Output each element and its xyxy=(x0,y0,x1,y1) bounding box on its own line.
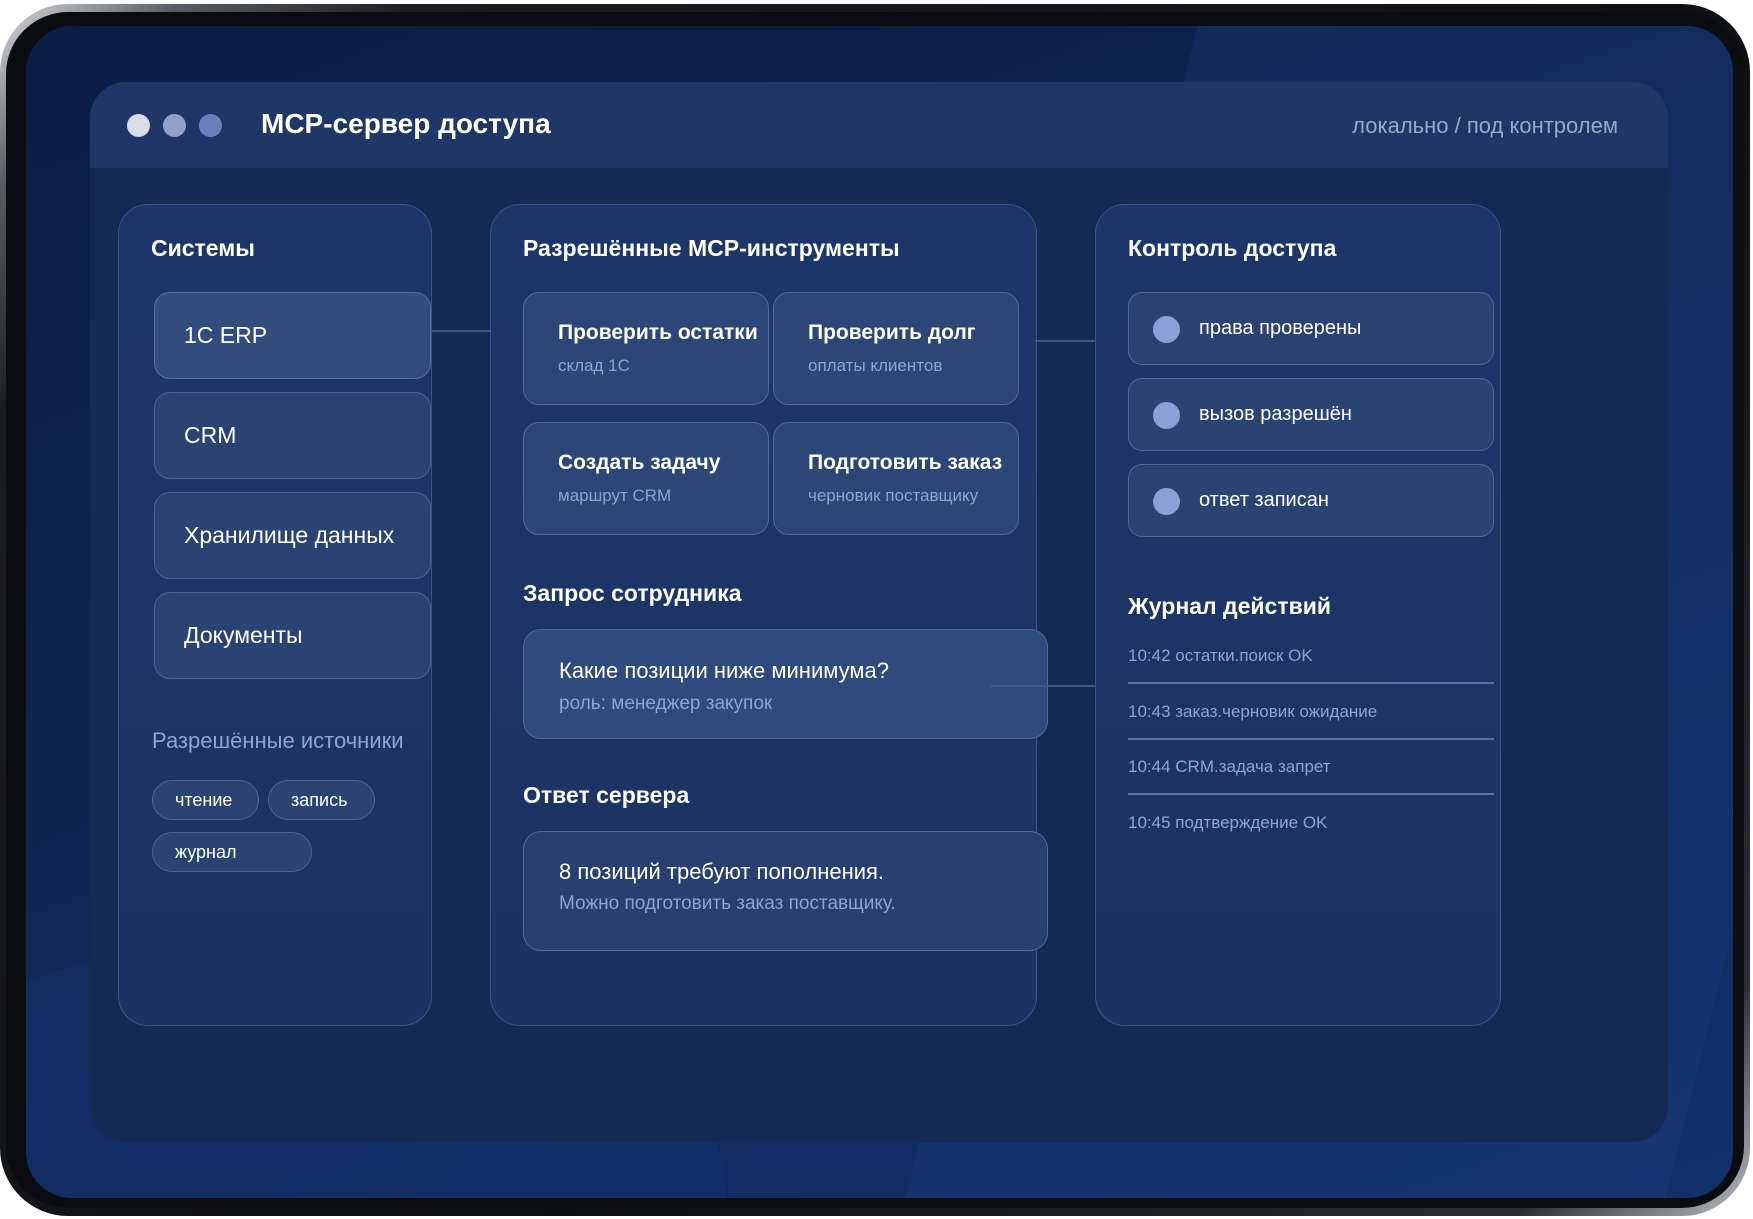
log-title: Журнал действий xyxy=(1128,593,1332,619)
status-dot-icon xyxy=(1153,316,1180,343)
system-item-1c-erp[interactable]: 1C ERP xyxy=(154,292,431,379)
tool-name: Создать задачу xyxy=(558,451,721,474)
check-rights-verified: права проверены xyxy=(1128,292,1494,365)
tool-name: Проверить остатки xyxy=(558,321,758,344)
tool-name: Проверить долг xyxy=(808,321,976,344)
check-label: права проверены xyxy=(1199,317,1362,339)
log-divider xyxy=(1128,682,1494,684)
connection-status: локально / под контролем xyxy=(1352,113,1618,138)
connector-line xyxy=(431,330,491,332)
tool-subtitle: оплаты клиентов xyxy=(808,356,943,375)
system-item-crm[interactable]: CRM xyxy=(154,392,431,479)
log-entry: 10:44 CRM.задача запрет xyxy=(1128,757,1331,776)
systems-panel: Системы 1C ERP CRM Хранилище данных Доку… xyxy=(118,204,432,1026)
log-divider xyxy=(1128,738,1494,740)
tool-subtitle: склад 1С xyxy=(558,356,630,375)
status-dot-icon xyxy=(1153,402,1180,429)
log-entry: 10:45 подтверждение OK xyxy=(1128,813,1328,832)
check-label: вызов разрешён xyxy=(1199,403,1352,425)
connector-line xyxy=(1035,340,1095,342)
tool-subtitle: черновик поставщику xyxy=(808,486,979,505)
tablet-device: MCP-сервер доступа локально / под контро… xyxy=(0,4,1750,1216)
tools-panel: Разрешённые MCP-инструменты Проверить ос… xyxy=(490,204,1048,1026)
response-card: 8 позиций требуют пополнения. Можно подг… xyxy=(523,831,1048,951)
tablet-screen: MCP-сервер доступа локально / под контро… xyxy=(26,26,1733,1198)
connector-line xyxy=(990,685,1095,687)
tool-subtitle: маршрут CRM xyxy=(558,486,672,505)
title-bar: MCP-сервер доступа локально / под контро… xyxy=(90,82,1668,168)
log-divider xyxy=(1128,793,1494,795)
log-entry: 10:42 остатки.поиск OK xyxy=(1128,646,1313,665)
window-minimize-dot[interactable] xyxy=(163,114,186,137)
access-title: Контроль доступа xyxy=(1128,235,1337,261)
chip-log[interactable]: журнал xyxy=(152,832,312,872)
response-text: 8 позиций требуют пополнения. xyxy=(559,859,885,884)
response-title: Ответ сервера xyxy=(523,782,690,808)
window-close-dot[interactable] xyxy=(127,114,150,137)
request-card: Какие позиции ниже минимума? роль: менед… xyxy=(523,629,1048,739)
chip-read[interactable]: чтение xyxy=(152,780,259,820)
system-item-documents[interactable]: Документы xyxy=(154,592,431,679)
access-panel: Контроль доступа права проверены вызов р… xyxy=(1095,204,1501,1026)
request-role: роль: менеджер закупок xyxy=(559,693,773,714)
request-title: Запрос сотрудника xyxy=(523,580,742,606)
systems-title: Системы xyxy=(151,235,255,261)
check-label: ответ записан xyxy=(1199,489,1329,511)
tool-check-stock[interactable]: Проверить остатки склад 1С xyxy=(523,292,769,405)
log-entry: 10:43 заказ.черновик ожидание xyxy=(1128,702,1378,721)
system-item-data-warehouse[interactable]: Хранилище данных xyxy=(154,492,431,579)
tools-title: Разрешённые MCP-инструменты xyxy=(523,235,900,261)
window-maximize-dot[interactable] xyxy=(199,114,222,137)
sources-label: Разрешённые источники xyxy=(152,728,404,753)
chip-write[interactable]: запись xyxy=(268,780,375,820)
response-hint: Можно подготовить заказ поставщику. xyxy=(559,893,896,914)
status-dot-icon xyxy=(1153,488,1180,515)
tool-check-debt[interactable]: Проверить долг оплаты клиентов xyxy=(773,292,1019,405)
app-window: MCP-сервер доступа локально / под контро… xyxy=(90,82,1668,1142)
check-response-logged: ответ записан xyxy=(1128,464,1494,537)
app-title: MCP-сервер доступа xyxy=(261,108,551,139)
tool-create-task[interactable]: Создать задачу маршрут CRM xyxy=(523,422,769,535)
request-text: Какие позиции ниже минимума? xyxy=(559,658,889,683)
tool-name: Подготовить заказ xyxy=(808,451,1003,474)
check-call-allowed: вызов разрешён xyxy=(1128,378,1494,451)
tool-prepare-order[interactable]: Подготовить заказ черновик поставщику xyxy=(773,422,1019,535)
